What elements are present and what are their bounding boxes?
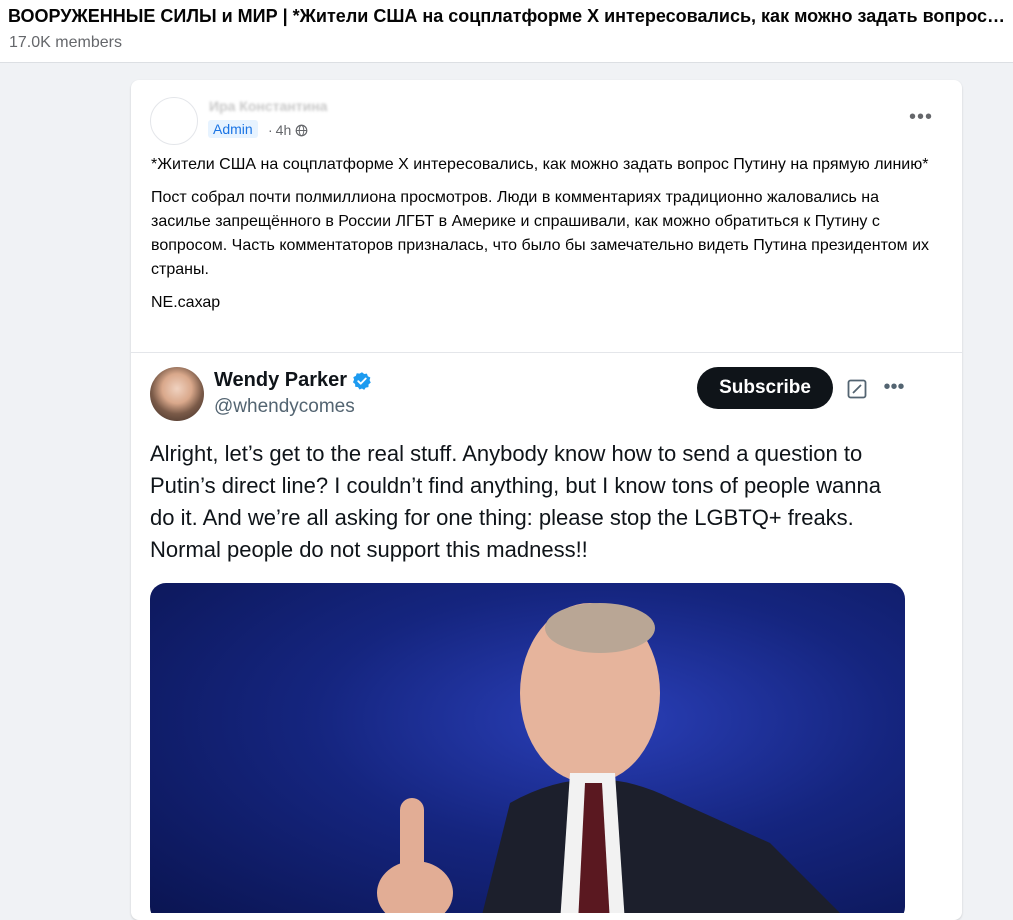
member-count[interactable]: 17.0K members bbox=[9, 34, 122, 52]
person-photo-illustration bbox=[377, 603, 840, 913]
meta-separator: · bbox=[268, 122, 273, 138]
post-meta: · 4h bbox=[268, 122, 308, 138]
post-options-button[interactable]: ••• bbox=[901, 102, 941, 132]
tweet-author-avatar bbox=[150, 367, 204, 421]
author-name[interactable]: Ира Константина bbox=[209, 98, 327, 114]
post-paragraph: Пост собрал почти полмиллиона просмотров… bbox=[151, 189, 930, 278]
post-paragraph: *Жители США на соцплатформе Х интересова… bbox=[151, 156, 929, 173]
grok-icon bbox=[847, 379, 867, 399]
author-avatar[interactable] bbox=[150, 97, 198, 145]
verified-badge-icon bbox=[352, 371, 371, 390]
embedded-tweet-image[interactable]: Wendy Parker @whendycomes Subscribe ••• … bbox=[131, 352, 962, 913]
group-title[interactable]: ВООРУЖЕННЫЕ СИЛЫ и МИР | *Жители США на … bbox=[8, 6, 1006, 27]
tweet-more-icon: ••• bbox=[883, 375, 905, 398]
tweet-author-name: Wendy Parker bbox=[214, 369, 348, 391]
post-body: *Жители США на соцплатформе Х интересова… bbox=[151, 153, 931, 324]
tweet-text: Alright, let’s get to the real stuff. An… bbox=[150, 441, 881, 562]
admin-badge: Admin bbox=[208, 120, 258, 138]
tweet-photo bbox=[150, 583, 905, 913]
group-header: ВООРУЖЕННЫЕ СИЛЫ и МИР | *Жители США на … bbox=[0, 0, 1013, 63]
post-paragraph: NE.сахар bbox=[151, 294, 221, 311]
post-card: Ира Константина Admin · 4h ••• *Жители С… bbox=[131, 80, 962, 920]
tweet-author-name-row: Wendy Parker bbox=[214, 369, 372, 392]
more-horizontal-icon: ••• bbox=[908, 105, 933, 128]
globe-icon bbox=[295, 124, 308, 136]
subscribe-button: Subscribe bbox=[697, 367, 833, 409]
tweet-author-handle: @whendycomes bbox=[214, 396, 355, 417]
post-timestamp[interactable]: 4h bbox=[276, 122, 292, 138]
